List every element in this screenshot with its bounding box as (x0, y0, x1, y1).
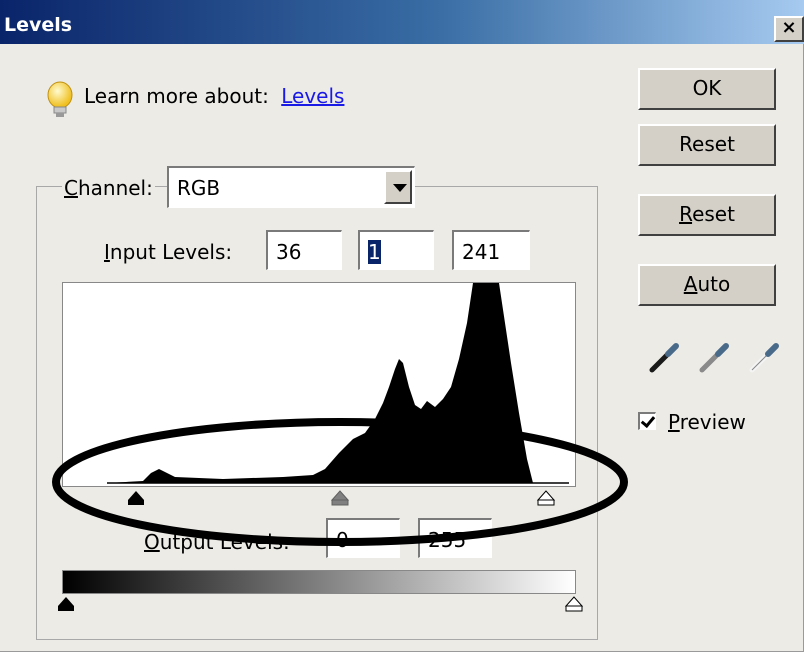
input-midtone-field[interactable]: 1 (358, 230, 434, 270)
preview-checkbox[interactable] (638, 412, 656, 430)
input-midtone-value: 1 (368, 240, 381, 264)
input-highlight-field[interactable]: 241 (452, 230, 530, 270)
gray-point-eyedropper-icon[interactable] (694, 338, 734, 378)
reset-button[interactable]: Reset (638, 124, 776, 166)
close-icon: × (781, 17, 797, 38)
histogram-shape (107, 283, 533, 483)
channel-select[interactable]: RGB (167, 166, 415, 208)
close-button[interactable]: × (774, 16, 804, 42)
ok-button[interactable]: OK (638, 68, 776, 110)
reset-alt-button[interactable]: Reset (638, 194, 776, 236)
channel-label: Channel: (62, 176, 155, 200)
title-bar[interactable]: Levels × (0, 0, 804, 44)
preview-label[interactable]: Preview (668, 410, 746, 434)
output-shadow-field[interactable]: 0 (326, 518, 400, 558)
window-title: Levels (4, 14, 73, 36)
lightbulb-icon (47, 81, 73, 117)
output-gradient-bar (62, 570, 576, 594)
histogram (107, 283, 569, 484)
output-shadow-slider[interactable] (56, 596, 76, 612)
input-shadow-field[interactable]: 36 (266, 230, 342, 270)
learn-more-label: Learn more about: (84, 84, 269, 108)
output-highlight-slider[interactable] (564, 596, 584, 612)
input-levels-label: Input Levels: (104, 240, 233, 264)
channel-select-value: RGB (177, 176, 221, 200)
chevron-down-icon[interactable] (384, 170, 412, 204)
white-point-eyedropper-icon[interactable] (744, 338, 784, 378)
input-midtone-slider[interactable] (330, 490, 350, 506)
black-point-eyedropper-icon[interactable] (644, 338, 684, 378)
auto-button[interactable]: Auto (638, 264, 776, 306)
output-levels-label: Output Levels: (144, 530, 290, 554)
histogram-panel (62, 282, 576, 487)
input-shadow-slider[interactable] (126, 490, 146, 506)
levels-dialog: Levels × Learn more about: Levels Channe… (0, 0, 804, 652)
levels-help-link[interactable]: Levels (281, 84, 344, 108)
output-highlight-field[interactable]: 255 (418, 518, 492, 558)
learn-more-row: Learn more about: Levels (84, 84, 344, 108)
input-highlight-slider[interactable] (536, 490, 556, 506)
